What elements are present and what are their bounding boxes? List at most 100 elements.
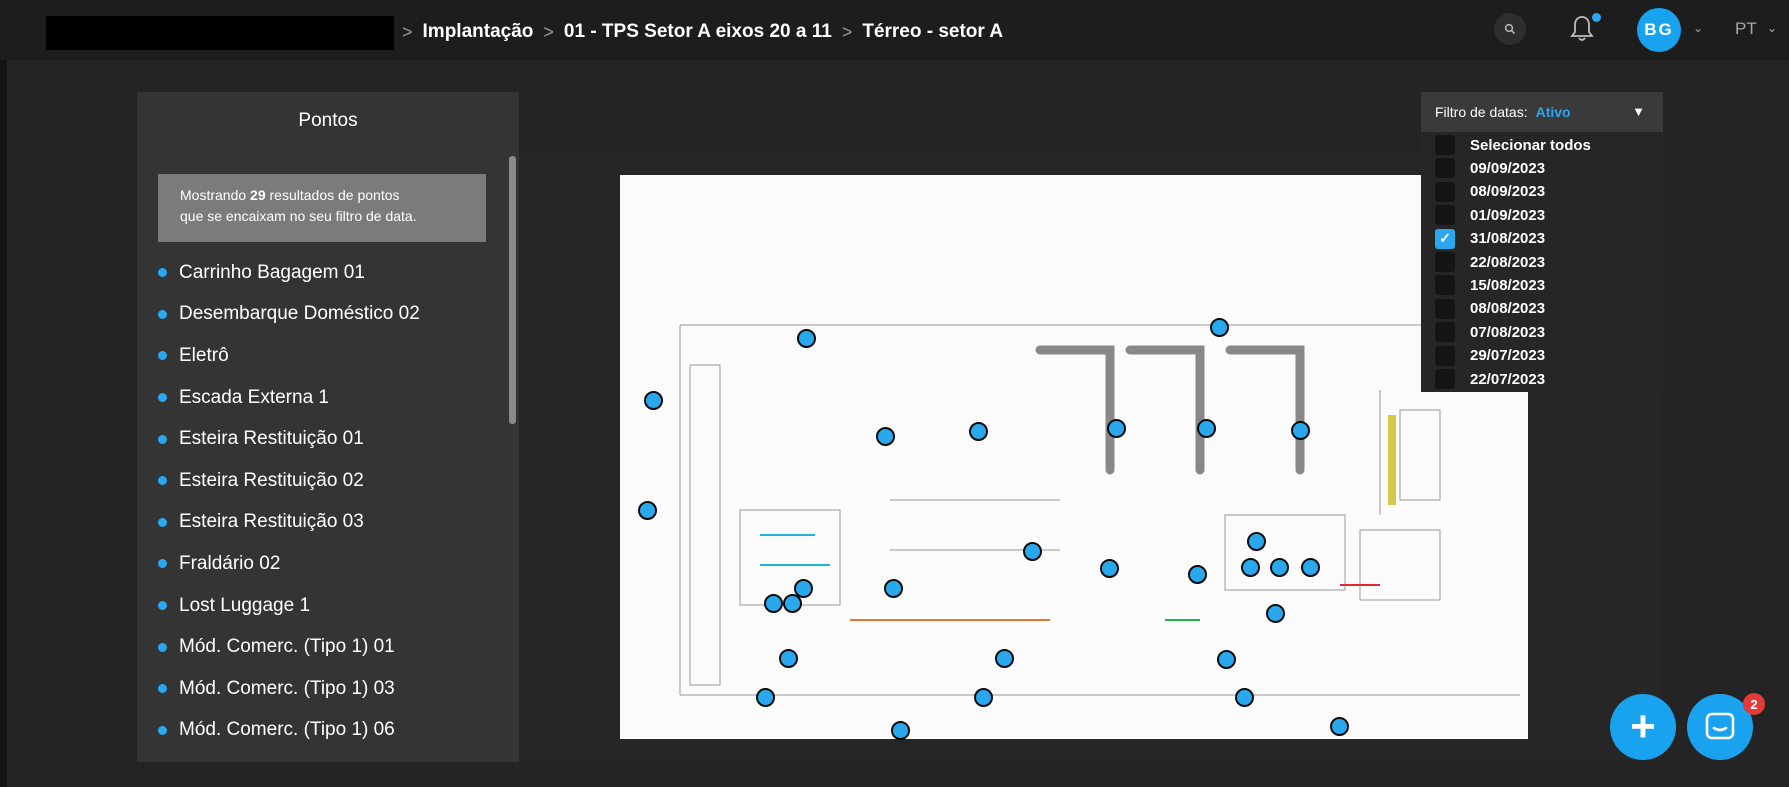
date-filter-label: Filtro de datas: (1435, 104, 1528, 120)
list-item[interactable]: Desembarque Doméstico 02 (158, 294, 488, 336)
option-label: 08/08/2023 (1470, 300, 1546, 318)
date-filter-menu: Selecionar todos 09/09/2023 08/09/2023 0… (1421, 132, 1663, 392)
checkbox[interactable] (1435, 181, 1455, 202)
option-label: 31/08/2023 (1470, 230, 1546, 248)
plus-icon: + (1630, 702, 1656, 751)
list-item[interactable]: Esteira Restituição 02 (158, 460, 488, 502)
floor-plan-drawing (679, 324, 1520, 696)
chat-icon (1705, 712, 1735, 740)
map-point-marker[interactable] (1100, 559, 1119, 578)
date-filter-dropdown[interactable]: Filtro de datas: Ativo ▼ (1421, 92, 1663, 132)
language-selector[interactable]: PT (1735, 19, 1757, 39)
map-point-marker[interactable] (1235, 688, 1254, 707)
map-point-marker[interactable] (1247, 532, 1266, 551)
map-point-marker[interactable] (756, 688, 775, 707)
list-item[interactable]: Esteira Restituição 01 (158, 418, 488, 460)
map-point-marker[interactable] (783, 594, 802, 613)
checkbox[interactable] (1435, 345, 1455, 366)
map-point-marker[interactable] (891, 721, 910, 740)
checkbox[interactable] (1435, 135, 1455, 155)
map-point-marker[interactable] (1270, 558, 1289, 577)
list-item[interactable]: Escada Externa 1 (158, 377, 488, 419)
add-point-button[interactable]: + (1610, 694, 1676, 760)
list-item-label: Eletrô (179, 344, 229, 366)
floor-plan[interactable] (620, 175, 1528, 739)
map-point-marker[interactable] (1301, 558, 1320, 577)
point-dot (158, 642, 167, 652)
map-point-marker[interactable] (1291, 421, 1310, 440)
date-option[interactable]: 22/08/2023 (1435, 251, 1545, 273)
list-item[interactable]: Esteira Restituição 03 (158, 502, 488, 544)
map-point-marker[interactable] (1241, 558, 1260, 577)
map-point-marker[interactable] (644, 391, 663, 410)
list-item-label: Mód. Comerc. (Tipo 1) 01 (179, 636, 395, 658)
map-point-marker[interactable] (797, 329, 816, 348)
date-option[interactable]: 22/07/2023 (1435, 368, 1545, 390)
map-point-marker[interactable] (1107, 419, 1126, 438)
date-option[interactable]: 07/08/2023 (1435, 321, 1545, 343)
map-point-marker[interactable] (969, 422, 988, 441)
map-point-marker[interactable] (1266, 604, 1285, 623)
list-item[interactable]: Mód. Comerc. (Tipo 1) 06 (158, 710, 488, 752)
search-button[interactable] (1494, 13, 1526, 45)
date-option[interactable]: 08/08/2023 (1435, 298, 1545, 320)
point-dot (158, 393, 167, 403)
list-item[interactable]: Eletrô (158, 335, 488, 377)
results-text-line1: resultados de pontos (269, 187, 400, 203)
point-dot (158, 476, 167, 486)
select-all-option[interactable]: Selecionar todos (1435, 134, 1591, 156)
map-point-marker[interactable] (1188, 565, 1207, 584)
date-filter-status: Ativo (1535, 104, 1571, 120)
checkbox-checked[interactable]: ✓ (1435, 228, 1455, 249)
chevron-down-icon[interactable]: ⌄ (1767, 21, 1777, 35)
checkbox[interactable] (1435, 205, 1455, 226)
points-list: Carrinho Bagagem 01 Desembarque Doméstic… (158, 252, 488, 751)
results-prefix: Mostrando (180, 187, 247, 203)
point-dot (158, 725, 167, 735)
map-point-marker[interactable] (974, 688, 993, 707)
results-count: 29 (250, 187, 266, 203)
checkbox[interactable] (1435, 158, 1455, 179)
date-option[interactable]: 09/09/2023 (1435, 157, 1545, 179)
notification-dot (1592, 13, 1601, 22)
date-option[interactable]: ✓ 31/08/2023 (1435, 228, 1545, 250)
map-point-marker[interactable] (779, 649, 798, 668)
list-item[interactable]: Fraldário 02 (158, 543, 488, 585)
map-point-marker[interactable] (995, 649, 1014, 668)
list-item-label: Mód. Comerc. (Tipo 1) 03 (179, 677, 395, 699)
map-point-marker[interactable] (1023, 542, 1042, 561)
map-point-marker[interactable] (876, 427, 895, 446)
chevron-down-icon[interactable]: ⌄ (1693, 21, 1703, 35)
checkbox[interactable] (1435, 322, 1455, 343)
checkbox[interactable] (1435, 275, 1455, 296)
map-point-marker[interactable] (1330, 717, 1349, 736)
list-item[interactable]: Mód. Comerc. (Tipo 1) 01 (158, 626, 488, 668)
map-point-marker[interactable] (1217, 650, 1236, 669)
checkbox[interactable] (1435, 252, 1455, 272)
breadcrumb-separator: > (402, 21, 413, 42)
date-option[interactable]: 01/09/2023 (1435, 204, 1545, 226)
list-item[interactable]: Mód. Comerc. (Tipo 1) 03 (158, 668, 488, 710)
map-point-marker[interactable] (1210, 318, 1229, 337)
map-point-marker[interactable] (764, 594, 783, 613)
breadcrumb-item-implantacao[interactable]: Implantação (423, 21, 534, 43)
date-option[interactable]: 29/07/2023 (1435, 345, 1545, 367)
checkbox[interactable] (1435, 298, 1455, 319)
list-item[interactable]: Carrinho Bagagem 01 (158, 252, 488, 294)
sidebar-scrollbar[interactable] (509, 156, 516, 424)
chat-badge: 2 (1743, 693, 1765, 715)
breadcrumb-item-tps[interactable]: 01 - TPS Setor A eixos 20 a 11 (564, 21, 832, 43)
date-option[interactable]: 15/08/2023 (1435, 274, 1545, 296)
redacted-logo-area (46, 16, 394, 50)
breadcrumb-item-terreo[interactable]: Térreo - setor A (862, 21, 1003, 43)
option-label: 09/09/2023 (1470, 159, 1546, 177)
avatar[interactable]: BG (1637, 8, 1681, 52)
date-option[interactable]: 08/09/2023 (1435, 181, 1545, 203)
checkbox[interactable] (1435, 369, 1455, 389)
map-point-marker[interactable] (1197, 419, 1216, 438)
list-item[interactable]: Lost Luggage 1 (158, 585, 488, 627)
map-point-marker[interactable] (884, 579, 903, 598)
map-point-marker[interactable] (638, 501, 657, 520)
point-dot (158, 559, 167, 569)
window-edge (0, 0, 7, 787)
